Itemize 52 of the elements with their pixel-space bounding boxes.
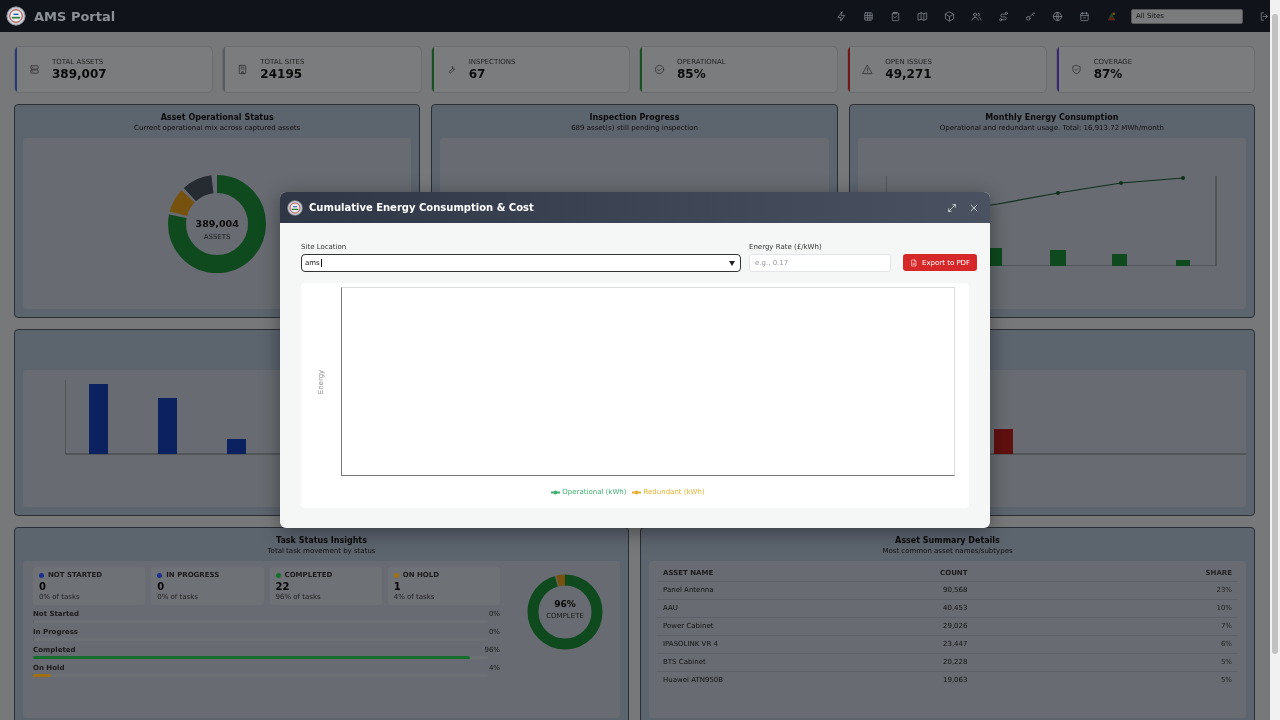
bar xyxy=(1175,260,1190,266)
data-point xyxy=(1180,176,1185,180)
donut-value: 389,004 xyxy=(194,218,240,229)
dialog-title: Cumulative Energy Consumption & Cost xyxy=(309,202,534,213)
caret-icon xyxy=(729,260,735,266)
key-icon xyxy=(1025,10,1036,22)
route-icon xyxy=(998,10,1009,22)
bar xyxy=(994,429,1013,454)
file-icon xyxy=(910,258,918,267)
server-icon xyxy=(29,64,40,75)
map-icon xyxy=(917,10,928,22)
data-point xyxy=(1118,181,1123,185)
kpi-value: 85% xyxy=(677,67,707,81)
logo-icon xyxy=(287,199,303,216)
logout-icon xyxy=(1259,10,1270,22)
bar xyxy=(158,398,177,454)
palette-icon xyxy=(1106,10,1117,22)
bar xyxy=(227,439,246,454)
app-title: AMS Portal xyxy=(34,8,116,24)
data-point xyxy=(1055,191,1060,195)
globe-icon xyxy=(1052,10,1063,22)
kpi-value: 389,007 xyxy=(52,67,107,81)
kpi-value: 87% xyxy=(1093,67,1124,81)
expand-icon xyxy=(947,202,957,213)
building-icon xyxy=(237,64,249,75)
donut-value: 96% xyxy=(554,599,576,609)
table-icon xyxy=(863,10,874,22)
bar xyxy=(1049,250,1066,266)
close-icon xyxy=(969,202,979,213)
panel-title: Task Status Insights xyxy=(276,536,367,545)
status-count: 22 xyxy=(275,581,291,592)
kpi-value: 49,271 xyxy=(885,67,932,81)
bar xyxy=(89,384,108,454)
bar xyxy=(1111,254,1127,266)
clipboard-icon xyxy=(890,10,901,22)
status-count: 1 xyxy=(393,581,402,592)
kpi-value: 24195 xyxy=(260,67,304,81)
warning-icon xyxy=(862,64,874,75)
panel-title: Asset Summary Details xyxy=(895,536,1000,545)
panel-title: Asset Operational Status xyxy=(160,113,274,122)
logo-icon xyxy=(6,6,26,26)
panel-title: Monthly Energy Consumption xyxy=(985,113,1119,122)
shield-icon xyxy=(1070,64,1082,75)
kpi-value: 67 xyxy=(468,67,487,81)
calendar-icon xyxy=(1079,10,1090,22)
status-count: 0 xyxy=(157,581,166,592)
bolt-icon xyxy=(836,10,847,22)
panel-title: Inspection Progress xyxy=(589,113,680,122)
users-icon xyxy=(971,10,982,22)
check-circle-icon xyxy=(654,64,665,75)
cube-icon xyxy=(944,10,955,22)
status-count: 0 xyxy=(39,581,47,592)
